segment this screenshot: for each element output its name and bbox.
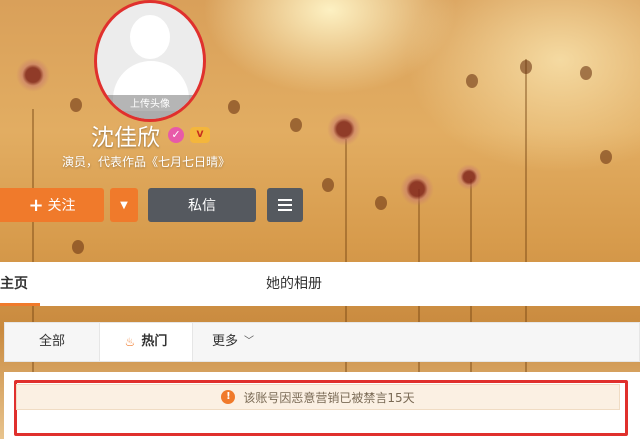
avatar[interactable]: 上传头像 [94,0,206,122]
message-button[interactable]: 私信 [148,188,256,222]
profile-name-row: 沈佳欣 ✓ V [91,120,210,151]
chevron-down-icon: ﹀ [244,336,254,347]
verified-icon[interactable]: ✓ [168,127,184,143]
flower-bloom [456,164,482,190]
vip-badge-icon[interactable]: V [190,127,210,143]
caret-down-icon: ▼ [120,199,128,211]
filter-more[interactable]: 更多 ﹀ [193,323,273,361]
notice-container: ! 该账号因恶意营销已被禁言15天 [4,372,640,439]
profile-tabs: 她的主页 她的相册 [0,262,640,306]
filter-all[interactable]: 全部 [5,323,99,361]
flower-bud [290,118,302,132]
message-label: 私信 [188,198,216,214]
tab-album[interactable]: 她的相册 [266,262,322,306]
ban-notice: ! 该账号因恶意营销已被禁言15天 [16,384,620,410]
flower-bud [72,240,84,254]
filter-hot-label: 热门 [141,334,168,349]
tab-home-label: 她的主页 [0,276,28,292]
ban-notice-text: 该账号因恶意营销已被禁言15天 [243,390,415,405]
upload-avatar-label[interactable]: 上传头像 [97,95,203,119]
flower-bloom [400,172,434,206]
follow-dropdown-button[interactable]: ▼ [110,188,138,222]
flower-bud [600,150,612,164]
flower-bloom [16,58,50,92]
flower-bud [520,60,532,74]
flower-bud [466,74,478,88]
username: 沈佳欣 [91,125,160,151]
warning-icon: ! [221,390,236,404]
hamburger-menu-icon[interactable] [267,188,303,222]
flower-bud [322,178,334,192]
feed-filter-bar: 全部 ♨ 热门 更多 ﹀ [4,322,640,362]
plus-icon: + [28,194,44,216]
flower-bud [228,100,240,114]
flower-bud [70,98,82,112]
flower-bloom [327,112,361,146]
flower-bud [580,66,592,80]
profile-bio: 演员，代表作品《七月七日晴》 [62,155,231,169]
filter-more-label: 更多 [211,334,238,349]
flower-bud [375,196,387,210]
filter-hot[interactable]: ♨ 热门 [99,323,193,361]
follow-button[interactable]: + 关注 [0,188,104,222]
avatar-placeholder-head [130,15,170,59]
follow-label: 关注 [47,198,76,214]
tab-home[interactable]: 她的主页 [0,262,40,306]
flame-icon: ♨ [124,335,136,349]
